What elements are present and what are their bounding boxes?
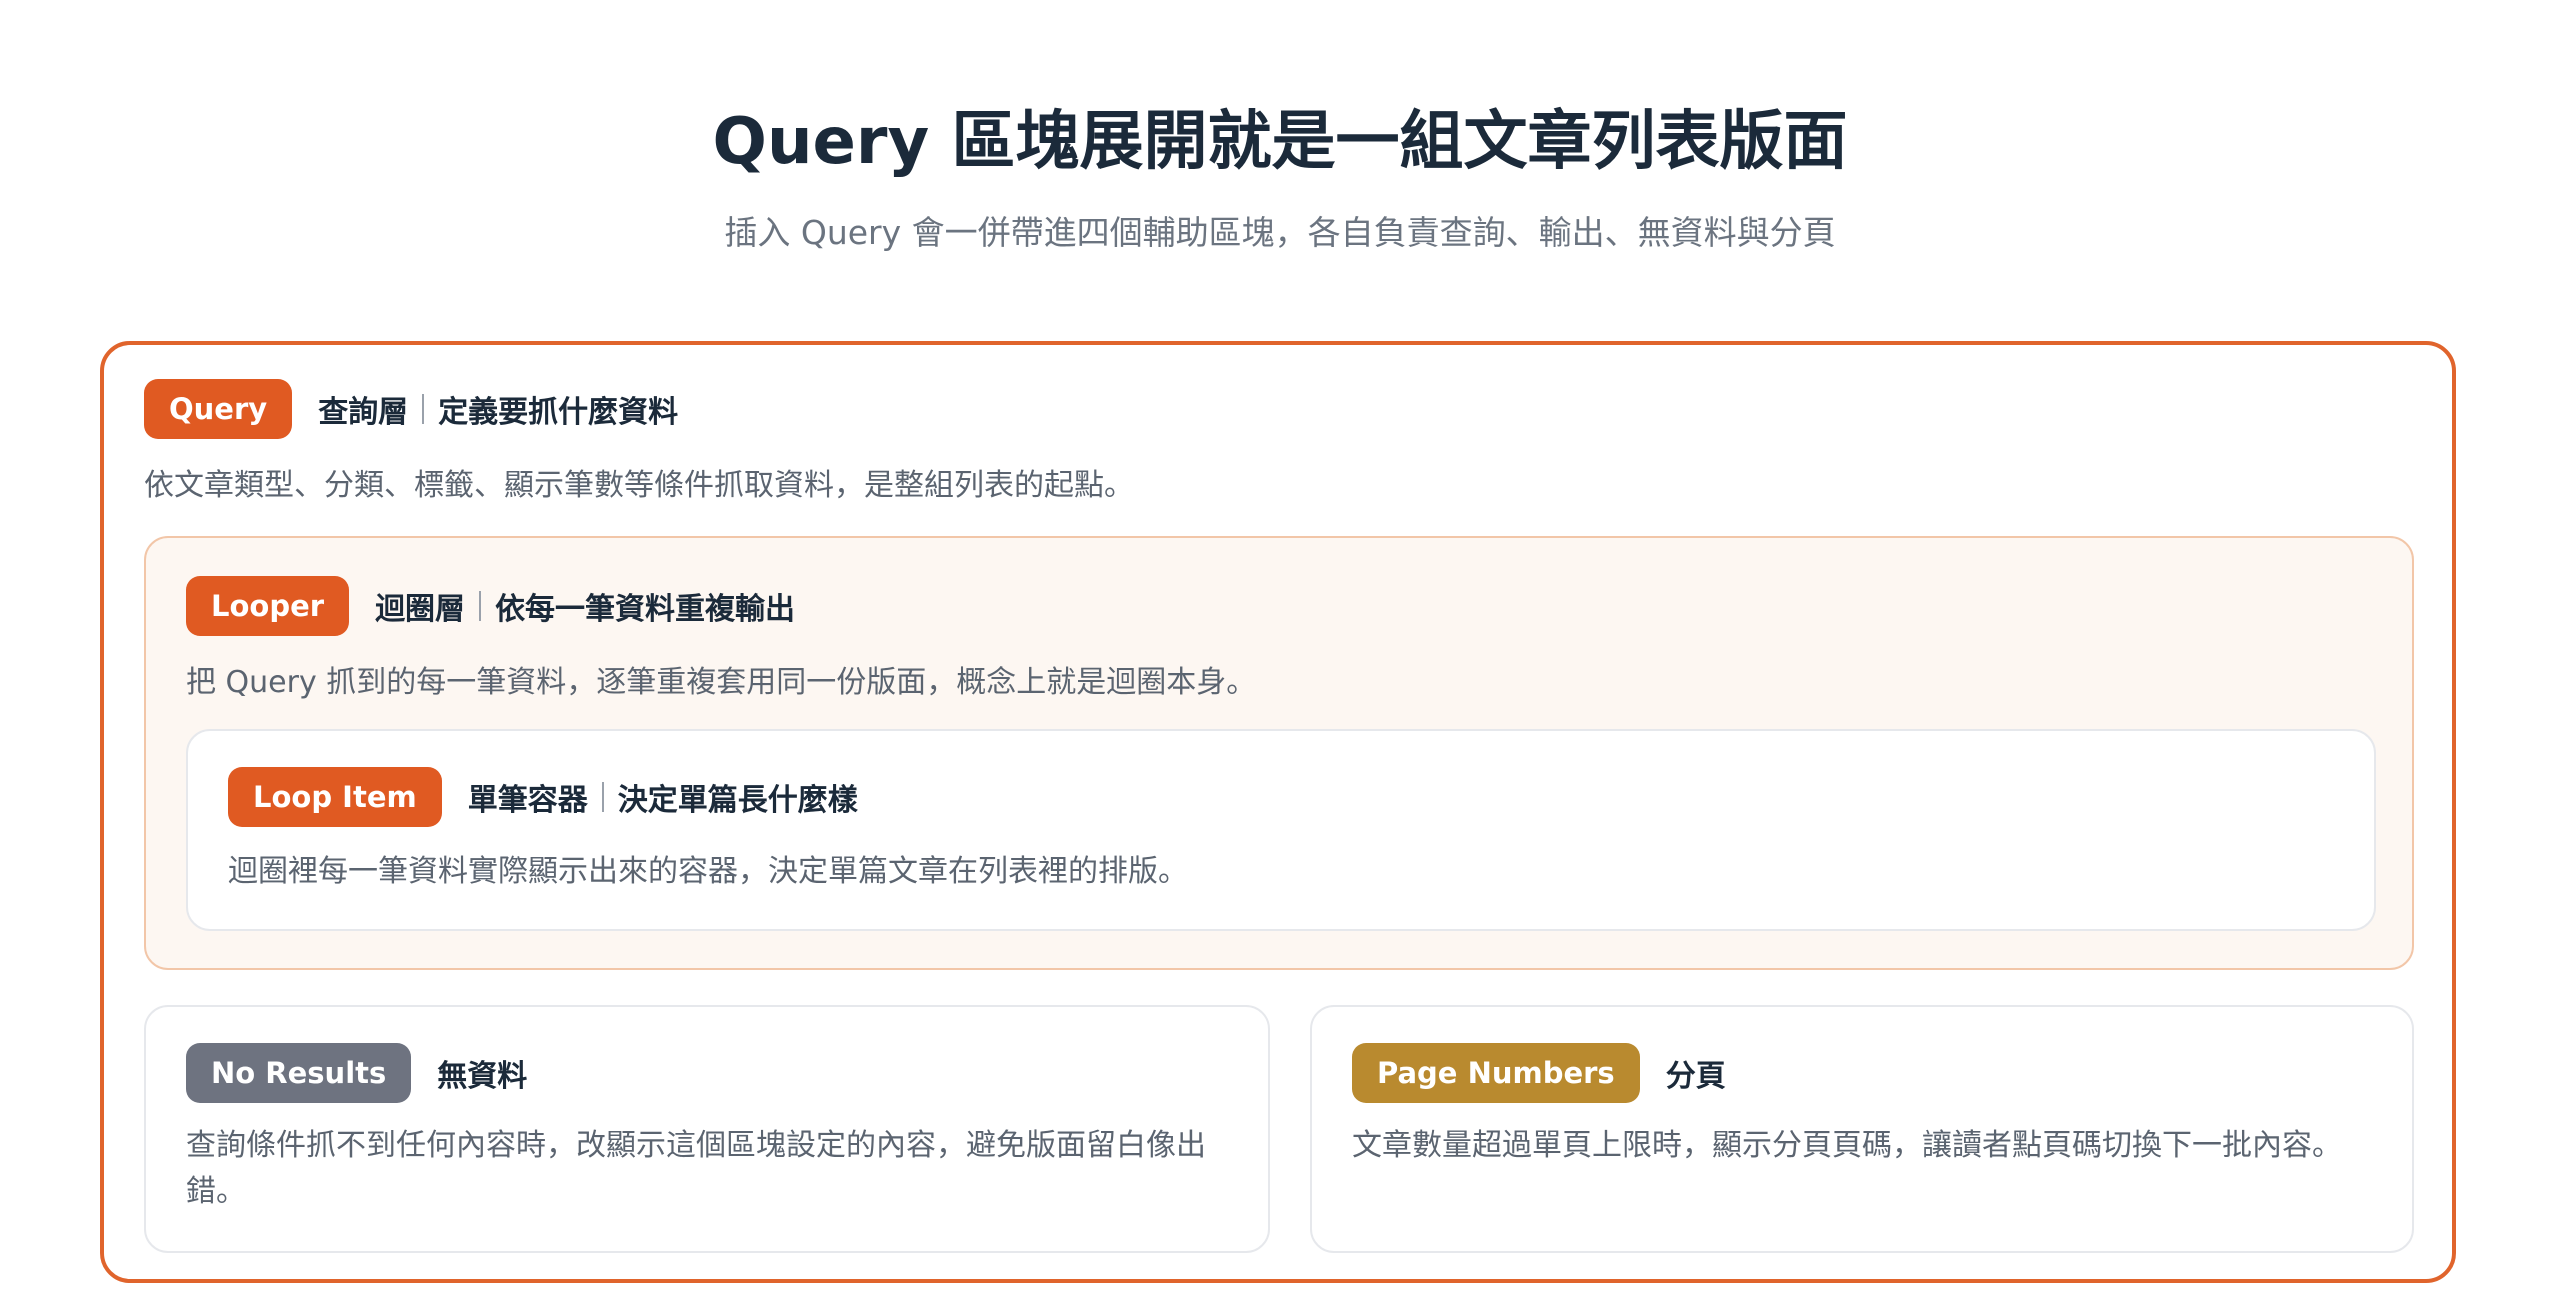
- page-numbers-header: Page Numbers 分頁: [1352, 1043, 1726, 1103]
- heading-separator: [601, 782, 604, 812]
- no-results-description: 查詢條件抓不到任何內容時，改顯示這個區塊設定的內容，避免版面留白像出錯。: [186, 1128, 1206, 1209]
- query-block-header: Query 查詢層 定義要抓什麼資料: [144, 379, 678, 439]
- looper-name: 迴圈層: [375, 592, 466, 627]
- loop-item-description: 迴圈裡每一筆資料實際顯示出來的容器，決定單篇文章在列表裡的排版。: [228, 854, 1188, 889]
- query-heading: 查詢層 定義要抓什麼資料: [318, 387, 678, 431]
- looper-badge: Looper: [186, 576, 350, 636]
- no-results-heading: 無資料: [437, 1051, 527, 1095]
- query-block: Query 查詢層 定義要抓什麼資料 依文章類型、分類、標籤、顯示筆數等條件抓取…: [100, 341, 2456, 1283]
- no-results-card: No Results 無資料 查詢條件抓不到任何內容時，改顯示這個區塊設定的內容…: [144, 1005, 1270, 1253]
- no-results-header: No Results 無資料: [186, 1043, 527, 1103]
- looper-heading: 迴圈層 依每一筆資料重複輸出: [375, 584, 795, 628]
- query-description: 依文章類型、分類、標籤、顯示筆數等條件抓取資料，是整組列表的起點。: [144, 468, 1134, 503]
- loop-item-block-header: Loop Item 單筆容器 決定單篇長什麼樣: [228, 767, 858, 827]
- no-results-name: 無資料: [437, 1059, 528, 1094]
- no-results-badge: No Results: [186, 1043, 412, 1103]
- page-title: Query 區塊展開就是一組文章列表版面: [712, 105, 1848, 179]
- page-numbers-description: 文章數量超過單頁上限時，顯示分頁頁碼，讓讀者點頁碼切換下一批內容。: [1352, 1128, 2342, 1163]
- query-name: 查詢層: [318, 395, 409, 430]
- loop-item-heading: 單筆容器 決定單篇長什麼樣: [468, 775, 858, 819]
- page-numbers-name: 分頁: [1665, 1059, 1726, 1094]
- looper-role: 依每一筆資料重複輸出: [495, 592, 796, 627]
- page-numbers-card: Page Numbers 分頁 文章數量超過單頁上限時，顯示分頁頁碼，讓讀者點頁…: [1310, 1005, 2414, 1253]
- looper-description: 把 Query 抓到的每一筆資料，逐筆重複套用同一份版面，概念上就是迴圈本身。: [186, 665, 1257, 700]
- query-badge: Query: [144, 379, 293, 439]
- looper-block-header: Looper 迴圈層 依每一筆資料重複輸出: [186, 576, 795, 636]
- query-role: 定義要抓什麼資料: [438, 395, 679, 430]
- heading-separator: [422, 394, 425, 424]
- loop-item-role: 決定單篇長什麼樣: [617, 783, 858, 818]
- page-subtitle: 插入 Query 會一併帶進四個輔助區塊，各自負責查詢、輸出、無資料與分頁: [724, 213, 1836, 252]
- heading-separator: [479, 591, 482, 621]
- loop-item-name: 單筆容器: [467, 783, 588, 818]
- page-numbers-heading: 分頁: [1666, 1051, 1726, 1095]
- loop-item-block: Loop Item 單筆容器 決定單篇長什麼樣 迴圈裡每一筆資料實際顯示出來的容…: [186, 729, 2376, 931]
- page-numbers-badge: Page Numbers: [1352, 1043, 1640, 1103]
- looper-block: Looper 迴圈層 依每一筆資料重複輸出 把 Query 抓到的每一筆資料，逐…: [144, 536, 2414, 970]
- loop-item-badge: Loop Item: [228, 767, 442, 827]
